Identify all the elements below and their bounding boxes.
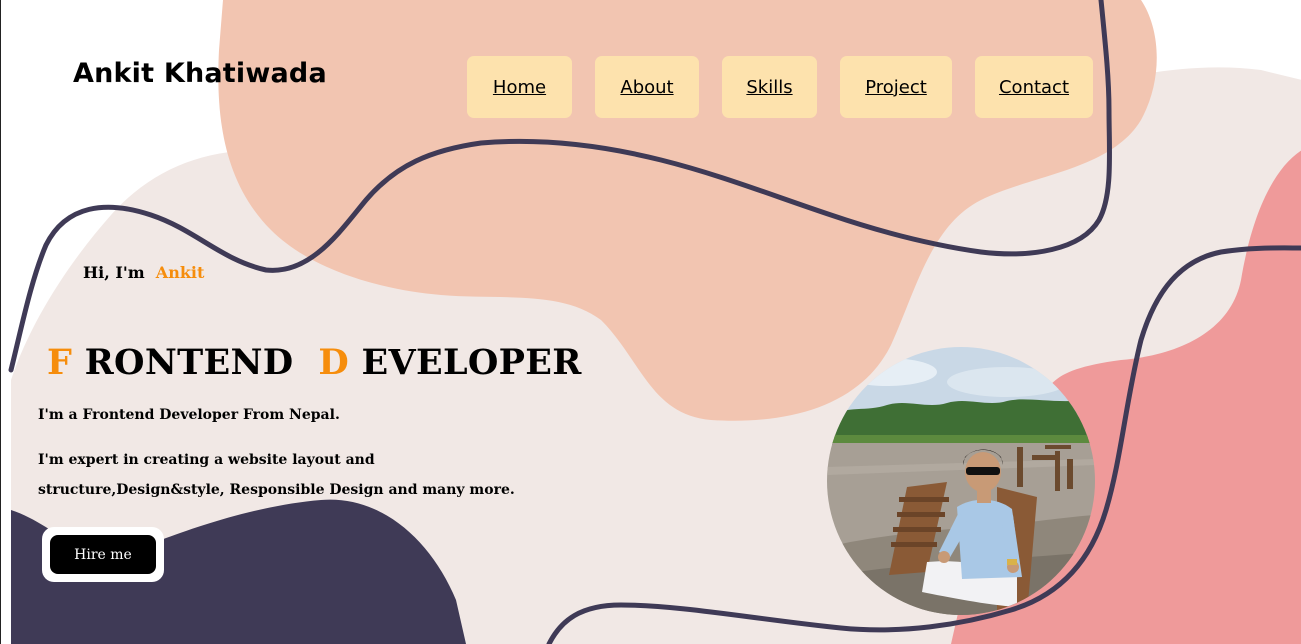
hire-button-frame: Hire me xyxy=(42,527,164,582)
greeting-name: Ankit xyxy=(155,263,205,282)
title-initial-d: D xyxy=(318,342,350,383)
nav-skills[interactable]: Skills xyxy=(722,56,817,118)
hero-greeting: Hi, I'm Ankit xyxy=(83,263,204,282)
title-word-rontend: RONTEND xyxy=(84,342,294,383)
nav-home[interactable]: Home xyxy=(467,56,572,118)
profile-photo xyxy=(827,347,1095,615)
title-initial-f: F xyxy=(47,342,73,383)
greeting-prefix: Hi, I'm xyxy=(83,263,151,282)
hero-description-line1: I'm a Frontend Developer From Nepal. xyxy=(38,407,340,423)
hero-description-line2: I'm expert in creating a website layout … xyxy=(38,452,515,498)
nav-project[interactable]: Project xyxy=(840,56,952,118)
title-word-eveloper: EVELOPER xyxy=(361,342,582,383)
nav-contact[interactable]: Contact xyxy=(975,56,1093,118)
hire-me-button[interactable]: Hire me xyxy=(50,535,156,574)
main-nav: Home About Skills Project Contact xyxy=(1,56,1301,118)
hero-title: F RONTEND D EVELOPER xyxy=(47,342,582,383)
nav-about[interactable]: About xyxy=(595,56,699,118)
page: Ankit Khatiwada Home About Skills Projec… xyxy=(0,0,1301,644)
